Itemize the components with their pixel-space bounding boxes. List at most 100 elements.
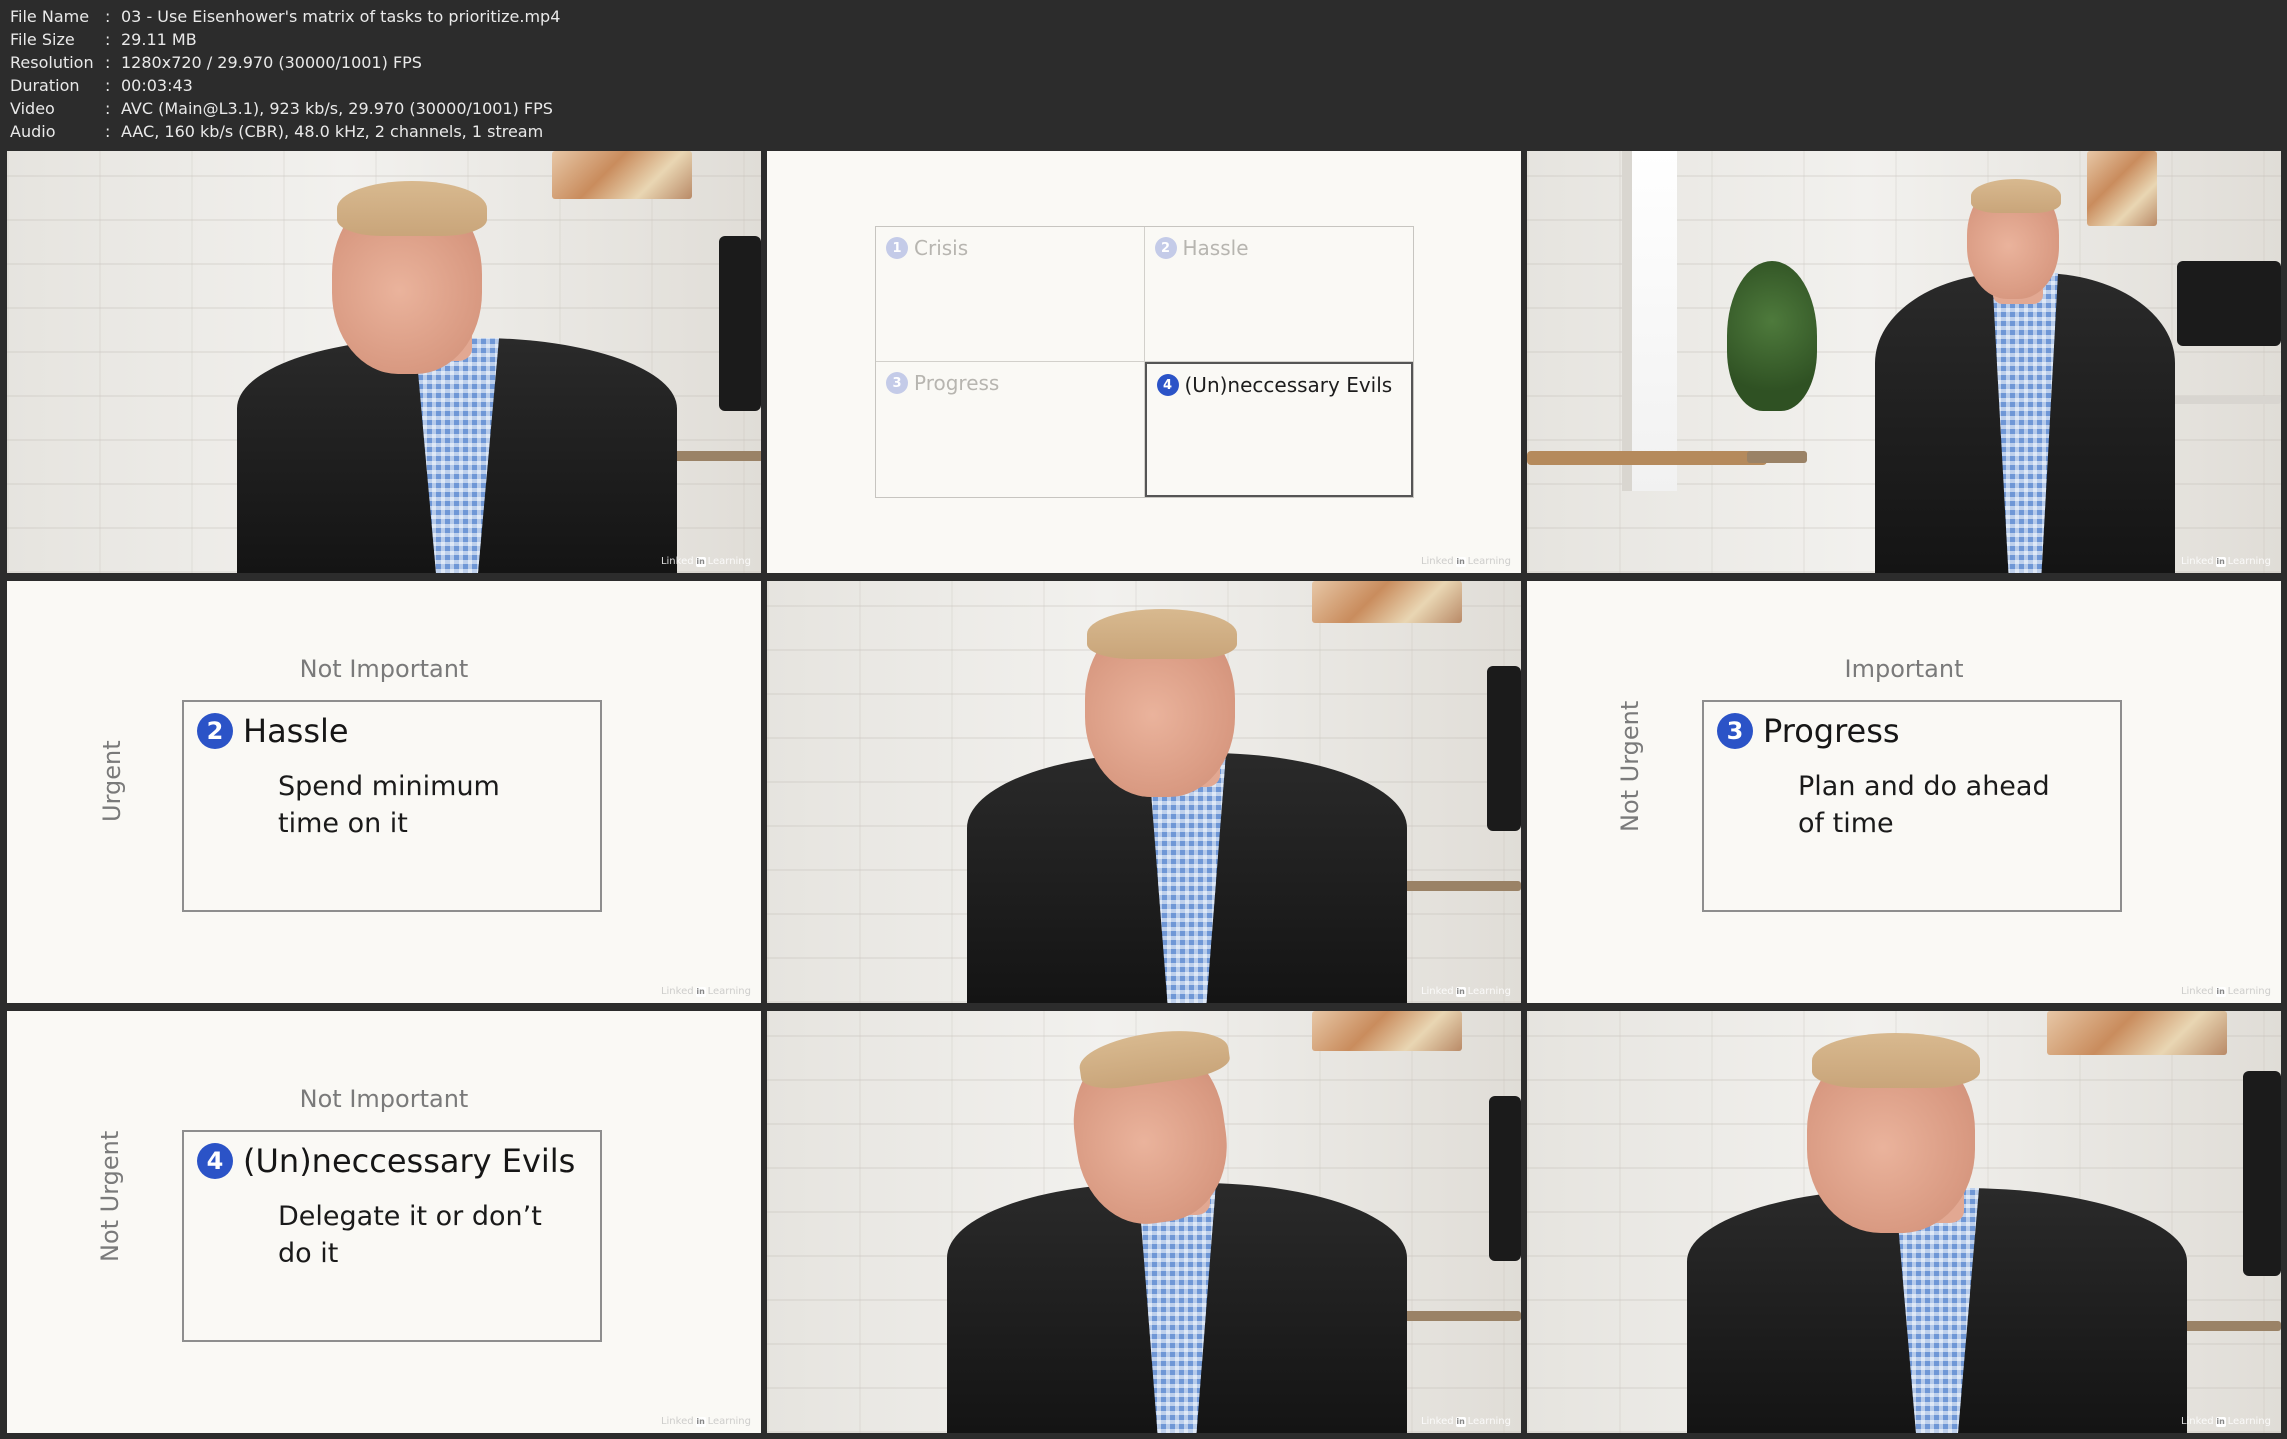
column-label: Not Important	[299, 655, 469, 683]
meta-value: 29.11 MB	[121, 30, 197, 49]
thumbnail-speaker-3[interactable]: Linked in Learning	[767, 1011, 1521, 1433]
speaker	[947, 1022, 1407, 1433]
number-badge: 2	[197, 713, 233, 749]
quadrant-label: Hassle	[1182, 236, 1249, 260]
card-title: (Un)neccessary Evils	[243, 1142, 576, 1180]
monitor	[1487, 666, 1521, 831]
thumbnail-speaker-wide[interactable]: Linked in Learning	[1527, 151, 2281, 573]
window	[1622, 151, 1677, 491]
quadrant-evils: 4 (Un)neccessary Evils	[1144, 362, 1413, 497]
eisenhower-matrix: 1 Crisis 2 Hassle 3 Progress 4 (Un)neccessar…	[875, 226, 1414, 498]
meta-separator: :	[105, 30, 111, 49]
meta-value: 00:03:43	[121, 76, 193, 95]
card-title: Hassle	[243, 712, 349, 750]
row-label: Not Urgent	[1616, 700, 1644, 832]
linkedin-icon: in	[695, 556, 706, 567]
card-body: Delegate it or don’t do it	[278, 1198, 578, 1272]
side-table	[1527, 451, 1767, 465]
linkedin-learning-watermark: Linked in Learning	[1420, 556, 1511, 567]
plant	[1727, 261, 1817, 411]
row-label: Not Urgent	[96, 1130, 124, 1262]
quadrant-hassle: 2 Hassle	[1144, 227, 1413, 362]
linkedin-icon: in	[2215, 1416, 2226, 1427]
card-body: Plan and do ahead of time	[1798, 768, 2098, 842]
meta-key: File Name	[10, 7, 90, 26]
linkedin-icon: in	[1455, 556, 1466, 567]
linkedin-learning-watermark: Linked in Learning	[660, 1416, 751, 1427]
linkedin-learning-watermark: Linked in Learning	[2180, 1416, 2271, 1427]
linkedin-icon: in	[695, 1416, 706, 1427]
monitor	[2177, 261, 2281, 346]
body-line: time on it	[278, 808, 408, 839]
number-badge: 4	[197, 1143, 233, 1179]
linkedin-learning-watermark: Linked in Learning	[1420, 1416, 1511, 1427]
number-badge: 3	[886, 372, 908, 394]
linkedin-icon: in	[2215, 556, 2226, 567]
thumbnail-progress-slide[interactable]: Important Not Urgent 3 Progress Plan and …	[1527, 581, 2281, 1003]
meta-row-resolution: Resolution : 1280x720 / 29.970 (30000/10…	[10, 51, 560, 74]
meta-value: 1280x720 / 29.970 (30000/1001) FPS	[121, 53, 422, 72]
body-line: of time	[1798, 808, 1894, 839]
meta-key: File Size	[10, 30, 75, 49]
body-line: Spend minimum	[278, 771, 500, 802]
linkedin-learning-watermark: Linked in Learning	[2180, 986, 2271, 997]
linkedin-icon: in	[1455, 1416, 1466, 1427]
monitor	[719, 236, 761, 411]
body-line: Delegate it or don’t	[278, 1201, 542, 1232]
thumbnail-matrix-slide[interactable]: 1 Crisis 2 Hassle 3 Progress 4 (Un)neccessar…	[767, 151, 1521, 573]
linkedin-icon: in	[2215, 986, 2226, 997]
meta-separator: :	[105, 7, 111, 26]
quadrant-label: Crisis	[914, 236, 969, 260]
linkedin-icon: in	[1455, 986, 1466, 997]
stool	[1747, 451, 1807, 463]
desk-shelf	[1387, 881, 1521, 891]
linkedin-learning-watermark: Linked in Learning	[660, 556, 751, 567]
column-label: Not Important	[299, 1085, 469, 1113]
speaker	[1687, 1033, 2187, 1433]
thumbnail-evils-slide[interactable]: Not Important Not Urgent 4 (Un)neccessary…	[7, 1011, 761, 1433]
number-badge: 1	[886, 237, 908, 259]
quadrant-card: 4 (Un)neccessary Evils Delegate it or don…	[182, 1130, 602, 1342]
quadrant-card: 2 Hassle Spend minimum time on it	[182, 700, 602, 912]
meta-separator: :	[105, 53, 111, 72]
desk-shelf	[1387, 1311, 1521, 1321]
linkedin-learning-watermark: Linked in Learning	[1420, 986, 1511, 997]
body-line: do it	[278, 1238, 339, 1269]
quadrant-card: 3 Progress Plan and do ahead of time	[1702, 700, 2122, 912]
thumbnail-hassle-slide[interactable]: Not Important Urgent 2 Hassle Spend minim…	[7, 581, 761, 1003]
thumbnail-grid: Linked in Learning 1 Crisis 2 Hassle 3 Progre…	[7, 151, 2281, 1433]
meta-row-video: Video : AVC (Main@L3.1), 923 kb/s, 29.97…	[10, 97, 560, 120]
thumbnail-speaker-4[interactable]: Linked in Learning	[1527, 1011, 2281, 1433]
body-line: Plan and do ahead	[1798, 771, 2050, 802]
meta-separator: :	[105, 122, 111, 141]
thumbnail-speaker-2[interactable]: Linked in Learning	[767, 581, 1521, 1003]
meta-row-duration: Duration : 00:03:43	[10, 74, 560, 97]
card-title: Progress	[1763, 712, 1900, 750]
quadrant-label: Progress	[914, 371, 1000, 395]
monitor	[2243, 1071, 2281, 1276]
row-label: Urgent	[98, 740, 126, 822]
meta-separator: :	[105, 76, 111, 95]
linkedin-learning-watermark: Linked in Learning	[660, 986, 751, 997]
quadrant-crisis: 1 Crisis	[876, 227, 1145, 362]
column-label: Important	[1844, 655, 1964, 683]
linkedin-learning-watermark: Linked in Learning	[2180, 556, 2271, 567]
meta-row-audio: Audio : AAC, 160 kb/s (CBR), 48.0 kHz, 2…	[10, 120, 560, 143]
meta-key: Resolution	[10, 53, 94, 72]
meta-row-file-size: File Size : 29.11 MB	[10, 28, 560, 51]
linkedin-icon: in	[695, 986, 706, 997]
meta-key: Video	[10, 99, 55, 118]
meta-separator: :	[105, 99, 111, 118]
number-badge: 4	[1156, 374, 1179, 396]
video-metadata: File Name : 03 - Use Eisenhower's matrix…	[10, 5, 560, 143]
meta-row-file-name: File Name : 03 - Use Eisenhower's matrix…	[10, 5, 560, 28]
meta-value: 03 - Use Eisenhower's matrix of tasks to…	[121, 7, 561, 26]
meta-value: AVC (Main@L3.1), 923 kb/s, 29.970 (30000…	[121, 99, 553, 118]
card-body: Spend minimum time on it	[278, 768, 578, 842]
number-badge: 2	[1154, 237, 1177, 259]
quadrant-label: (Un)neccessary Evils	[1184, 373, 1393, 397]
speaker	[237, 181, 677, 573]
meta-value: AAC, 160 kb/s (CBR), 48.0 kHz, 2 channel…	[121, 122, 544, 141]
thumbnail-speaker-1[interactable]: Linked in Learning	[7, 151, 761, 573]
speaker	[1875, 179, 2175, 573]
